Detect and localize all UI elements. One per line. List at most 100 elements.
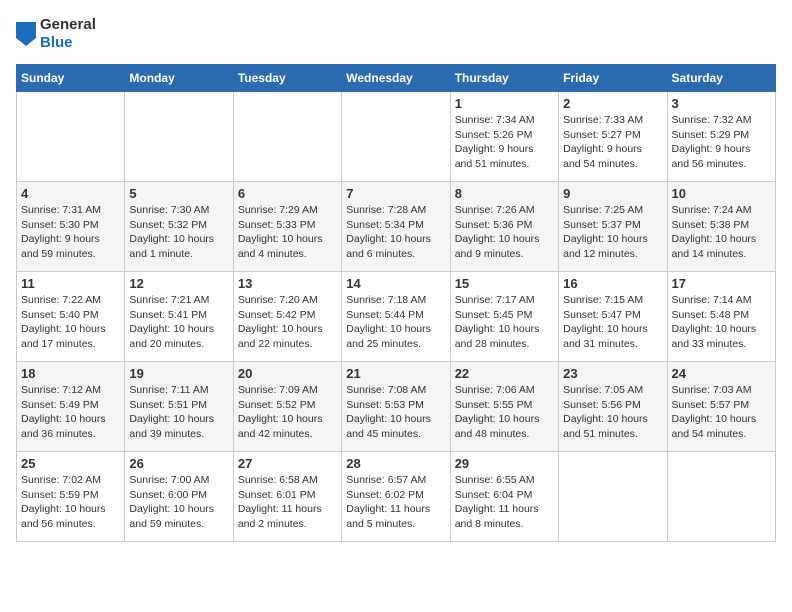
- logo-text: GeneralBlue: [16, 16, 96, 52]
- day-number: 17: [672, 276, 771, 291]
- day-info: Sunrise: 7:05 AM Sunset: 5:56 PM Dayligh…: [563, 383, 662, 442]
- calendar-cell: 29Sunrise: 6:55 AM Sunset: 6:04 PM Dayli…: [450, 452, 558, 542]
- day-info: Sunrise: 7:15 AM Sunset: 5:47 PM Dayligh…: [563, 293, 662, 352]
- day-number: 7: [346, 186, 445, 201]
- calendar-body: 1Sunrise: 7:34 AM Sunset: 5:26 PM Daylig…: [17, 92, 776, 542]
- calendar-cell: 5 Sunrise: 7:30 AM Sunset: 5:32 PM Daylig…: [125, 182, 233, 272]
- day-info: Sunrise: 7:29 AM Sunset: 5:33 PM Dayligh…: [238, 203, 337, 262]
- calendar-cell: 2 Sunrise: 7:33 AM Sunset: 5:27 PM Daylig…: [559, 92, 667, 182]
- header-day-monday: Monday: [125, 65, 233, 92]
- calendar-cell: 13 Sunrise: 7:20 AM Sunset: 5:42 PM Dayli…: [233, 272, 341, 362]
- header-day-tuesday: Tuesday: [233, 65, 341, 92]
- day-info: Sunrise: 7:14 AM Sunset: 5:48 PM Dayligh…: [672, 293, 771, 352]
- day-info: Sunrise: 7:22 AM Sunset: 5:40 PM Dayligh…: [21, 293, 120, 352]
- day-info: Sunrise: 7:12 AM Sunset: 5:49 PM Dayligh…: [21, 383, 120, 442]
- day-number: 2: [563, 96, 662, 111]
- day-number: 29: [455, 456, 554, 471]
- day-info: Sunrise: 7:08 AM Sunset: 5:53 PM Dayligh…: [346, 383, 445, 442]
- calendar-cell: 3 Sunrise: 7:32 AM Sunset: 5:29 PM Daylig…: [667, 92, 775, 182]
- day-number: 11: [21, 276, 120, 291]
- header-day-friday: Friday: [559, 65, 667, 92]
- day-info: Sunrise: 7:30 AM Sunset: 5:32 PM Dayligh…: [129, 203, 228, 262]
- day-info: Sunrise: 6:58 AM Sunset: 6:01 PM Dayligh…: [238, 473, 337, 532]
- header: GeneralBlue: [16, 16, 776, 52]
- week-row-4: 18 Sunrise: 7:12 AM Sunset: 5:49 PM Dayli…: [17, 362, 776, 452]
- day-number: 3: [672, 96, 771, 111]
- calendar-cell: [233, 92, 341, 182]
- day-info: Sunrise: 7:06 AM Sunset: 5:55 PM Dayligh…: [455, 383, 554, 442]
- day-number: 4: [21, 186, 120, 201]
- calendar-cell: 26 Sunrise: 7:00 AM Sunset: 6:00 PM Dayli…: [125, 452, 233, 542]
- day-number: 15: [455, 276, 554, 291]
- day-info: Sunrise: 7:17 AM Sunset: 5:45 PM Dayligh…: [455, 293, 554, 352]
- day-info: Sunrise: 7:20 AM Sunset: 5:42 PM Dayligh…: [238, 293, 337, 352]
- calendar-cell: 24 Sunrise: 7:03 AM Sunset: 5:57 PM Dayli…: [667, 362, 775, 452]
- day-number: 28: [346, 456, 445, 471]
- day-info: Sunrise: 7:26 AM Sunset: 5:36 PM Dayligh…: [455, 203, 554, 262]
- day-number: 24: [672, 366, 771, 381]
- week-row-5: 25Sunrise: 7:02 AM Sunset: 5:59 PM Dayli…: [17, 452, 776, 542]
- day-number: 20: [238, 366, 337, 381]
- calendar-cell: 14 Sunrise: 7:18 AM Sunset: 5:44 PM Dayli…: [342, 272, 450, 362]
- header-row: SundayMondayTuesdayWednesdayThursdayFrid…: [17, 65, 776, 92]
- calendar-cell: 9 Sunrise: 7:25 AM Sunset: 5:37 PM Daylig…: [559, 182, 667, 272]
- calendar-cell: 21 Sunrise: 7:08 AM Sunset: 5:53 PM Dayli…: [342, 362, 450, 452]
- calendar-cell: 18 Sunrise: 7:12 AM Sunset: 5:49 PM Dayli…: [17, 362, 125, 452]
- calendar-cell: 16 Sunrise: 7:15 AM Sunset: 5:47 PM Dayli…: [559, 272, 667, 362]
- week-row-1: 1Sunrise: 7:34 AM Sunset: 5:26 PM Daylig…: [17, 92, 776, 182]
- day-info: Sunrise: 7:11 AM Sunset: 5:51 PM Dayligh…: [129, 383, 228, 442]
- calendar-cell: 12 Sunrise: 7:21 AM Sunset: 5:41 PM Dayli…: [125, 272, 233, 362]
- calendar-header: SundayMondayTuesdayWednesdayThursdayFrid…: [17, 65, 776, 92]
- day-number: 8: [455, 186, 554, 201]
- week-row-2: 4Sunrise: 7:31 AM Sunset: 5:30 PM Daylig…: [17, 182, 776, 272]
- calendar-cell: 23 Sunrise: 7:05 AM Sunset: 5:56 PM Dayli…: [559, 362, 667, 452]
- calendar-cell: 19 Sunrise: 7:11 AM Sunset: 5:51 PM Dayli…: [125, 362, 233, 452]
- day-info: Sunrise: 7:25 AM Sunset: 5:37 PM Dayligh…: [563, 203, 662, 262]
- calendar-cell: [559, 452, 667, 542]
- calendar-cell: 25Sunrise: 7:02 AM Sunset: 5:59 PM Dayli…: [17, 452, 125, 542]
- day-number: 22: [455, 366, 554, 381]
- calendar-cell: 15 Sunrise: 7:17 AM Sunset: 5:45 PM Dayli…: [450, 272, 558, 362]
- day-info: Sunrise: 7:24 AM Sunset: 5:38 PM Dayligh…: [672, 203, 771, 262]
- header-day-wednesday: Wednesday: [342, 65, 450, 92]
- day-number: 9: [563, 186, 662, 201]
- calendar-cell: 28 Sunrise: 6:57 AM Sunset: 6:02 PM Dayli…: [342, 452, 450, 542]
- day-number: 13: [238, 276, 337, 291]
- calendar-cell: [125, 92, 233, 182]
- day-info: Sunrise: 7:00 AM Sunset: 6:00 PM Dayligh…: [129, 473, 228, 532]
- day-number: 10: [672, 186, 771, 201]
- logo: GeneralBlue: [16, 16, 96, 52]
- day-number: 19: [129, 366, 228, 381]
- calendar-cell: 8 Sunrise: 7:26 AM Sunset: 5:36 PM Daylig…: [450, 182, 558, 272]
- calendar-cell: [17, 92, 125, 182]
- day-info: Sunrise: 6:57 AM Sunset: 6:02 PM Dayligh…: [346, 473, 445, 532]
- day-info: Sunrise: 7:18 AM Sunset: 5:44 PM Dayligh…: [346, 293, 445, 352]
- day-number: 14: [346, 276, 445, 291]
- day-info: Sunrise: 7:03 AM Sunset: 5:57 PM Dayligh…: [672, 383, 771, 442]
- header-day-sunday: Sunday: [17, 65, 125, 92]
- day-number: 12: [129, 276, 228, 291]
- day-number: 23: [563, 366, 662, 381]
- calendar-cell: 1Sunrise: 7:34 AM Sunset: 5:26 PM Daylig…: [450, 92, 558, 182]
- calendar-cell: [667, 452, 775, 542]
- week-row-3: 11 Sunrise: 7:22 AM Sunset: 5:40 PM Dayli…: [17, 272, 776, 362]
- day-info: Sunrise: 7:21 AM Sunset: 5:41 PM Dayligh…: [129, 293, 228, 352]
- day-number: 27: [238, 456, 337, 471]
- calendar-cell: 17 Sunrise: 7:14 AM Sunset: 5:48 PM Dayli…: [667, 272, 775, 362]
- day-number: 16: [563, 276, 662, 291]
- day-number: 18: [21, 366, 120, 381]
- day-info: Sunrise: 7:32 AM Sunset: 5:29 PM Dayligh…: [672, 113, 771, 172]
- header-day-thursday: Thursday: [450, 65, 558, 92]
- calendar-cell: [342, 92, 450, 182]
- day-number: 25: [21, 456, 120, 471]
- calendar-cell: 6Sunrise: 7:29 AM Sunset: 5:33 PM Daylig…: [233, 182, 341, 272]
- day-number: 21: [346, 366, 445, 381]
- day-info: Sunrise: 7:34 AM Sunset: 5:26 PM Dayligh…: [455, 113, 554, 172]
- calendar-cell: 11 Sunrise: 7:22 AM Sunset: 5:40 PM Dayli…: [17, 272, 125, 362]
- calendar-cell: 20Sunrise: 7:09 AM Sunset: 5:52 PM Dayli…: [233, 362, 341, 452]
- header-day-saturday: Saturday: [667, 65, 775, 92]
- calendar-cell: 7Sunrise: 7:28 AM Sunset: 5:34 PM Daylig…: [342, 182, 450, 272]
- day-number: 5: [129, 186, 228, 201]
- day-number: 26: [129, 456, 228, 471]
- day-info: Sunrise: 7:33 AM Sunset: 5:27 PM Dayligh…: [563, 113, 662, 172]
